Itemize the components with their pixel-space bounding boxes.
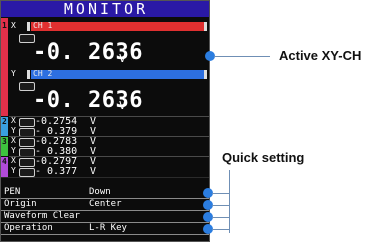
active-channel-number: 1	[2, 21, 7, 30]
quick-setting-origin[interactable]: Origin Center	[1, 199, 209, 211]
quick-setting-pen[interactable]: PEN Down	[1, 187, 209, 199]
y-axis-label: Y	[11, 126, 16, 135]
x-axis-label: X	[11, 21, 16, 30]
screen-title: MONITOR	[1, 1, 209, 17]
x-axis-label: X	[11, 136, 16, 145]
active-xy-callout-line	[214, 56, 270, 57]
setting-label: Origin	[4, 199, 37, 209]
y-unit: V	[90, 166, 97, 177]
active-xy-callout-label: Active XY-CH	[279, 48, 362, 63]
quick-setting-connector	[212, 217, 230, 218]
y-axis-label: Y	[11, 69, 16, 78]
x-function-icon	[19, 118, 35, 127]
channel-number: 4	[2, 157, 7, 166]
setting-value: Center	[89, 199, 122, 209]
x-function-icon	[19, 158, 35, 167]
divider	[1, 177, 209, 178]
channel-number: 3	[2, 137, 7, 146]
x-channel-bar[interactable]: CH 1	[31, 21, 204, 31]
x-axis-label: X	[11, 156, 16, 165]
x-bar-left-cap	[27, 22, 30, 31]
channel-number: 2	[2, 117, 7, 126]
setting-value: Down	[89, 187, 111, 197]
setting-value: L-R Key	[89, 223, 127, 233]
quick-setting-operation[interactable]: Operation L-R Key	[1, 223, 209, 235]
y-bar-left-cap	[27, 70, 30, 79]
active-channel-strip	[1, 18, 8, 116]
y-value: -0. 2636	[33, 88, 143, 113]
y-channel-label: CH 2	[33, 69, 53, 78]
monitor-screen: MONITOR 1 X CH 1 -0. 2636 V Y CH 2 -0. 2…	[0, 0, 210, 242]
setting-label: PEN	[4, 187, 21, 197]
quick-setting-waveform-clear[interactable]: Waveform Clear	[1, 211, 209, 223]
x-function-icon	[19, 138, 35, 147]
quick-setting-connector	[212, 193, 230, 194]
x-axis-label: X	[11, 116, 16, 125]
x-value: -0. 2636	[33, 40, 143, 65]
quick-setting-callout-label: Quick setting	[222, 150, 305, 165]
quick-setting-connector	[212, 229, 230, 230]
y-value: - 0.377	[35, 166, 78, 177]
y-function-icon	[19, 168, 35, 177]
setting-label: Waveform Clear	[4, 211, 80, 221]
quick-setting-callout-bracket	[229, 170, 230, 233]
quick-setting-connector	[212, 205, 230, 206]
y-axis-label: Y	[11, 166, 16, 175]
x-bar-right-cap	[204, 22, 207, 31]
y-axis-label: Y	[11, 146, 16, 155]
x-unit: V	[119, 52, 126, 65]
y-bar-right-cap	[204, 70, 207, 79]
setting-label: Operation	[4, 223, 53, 233]
y-channel-bar[interactable]: CH 2	[31, 69, 204, 79]
x-channel-label: CH 1	[33, 21, 53, 30]
y-unit: V	[119, 99, 126, 112]
